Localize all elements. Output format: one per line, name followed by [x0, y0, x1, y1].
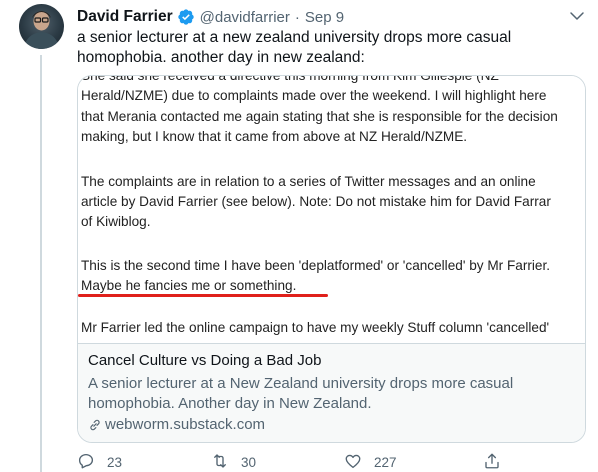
- share-icon: [483, 452, 513, 472]
- retweet-button[interactable]: 30: [211, 452, 256, 472]
- card-domain: webworm.substack.com: [88, 416, 265, 433]
- card-domain-text: webworm.substack.com: [105, 416, 266, 433]
- like-button[interactable]: 227: [344, 452, 397, 472]
- link-card[interactable]: She said she received a directive this m…: [77, 75, 586, 443]
- share-button[interactable]: [483, 452, 513, 472]
- retweet-count: 30: [241, 455, 257, 470]
- card-image-line: Herald/NZME) due to complaints made over…: [81, 88, 547, 103]
- timestamp[interactable]: Sep 9: [305, 9, 344, 26]
- tweet-text: a senior lecturer at a new zealand unive…: [77, 29, 512, 66]
- card-title: Cancel Culture vs Doing a Bad Job: [88, 352, 322, 369]
- card-image-line: that Merania contacted me again stating …: [81, 109, 558, 124]
- card-image-line: The complaints are in relation to a seri…: [81, 174, 536, 189]
- card-image-line: making, but I know that it came from abo…: [81, 129, 468, 144]
- card-image-line: This is the second time I have been 'dep…: [81, 258, 551, 273]
- reply-count: 23: [107, 455, 123, 470]
- red-underline: [78, 294, 328, 297]
- tweet-header: David Farrier @davidfarrier · Sep 9: [77, 6, 344, 28]
- card-image-line: of Kiwiblog.: [81, 214, 151, 229]
- like-count: 227: [374, 455, 397, 470]
- card-image-line: Mr Farrier led the online campaign to ha…: [81, 320, 550, 335]
- card-image-line: She said she received a directive this m…: [81, 76, 581, 87]
- verified-badge-icon: [177, 8, 195, 26]
- handle[interactable]: @davidfarrier: [200, 9, 290, 26]
- reply-button[interactable]: 23: [77, 452, 122, 472]
- reply-icon: [77, 452, 107, 472]
- separator-dot: ·: [294, 8, 300, 26]
- chevron-down-icon[interactable]: [568, 7, 586, 25]
- heart-icon: [344, 452, 374, 472]
- link-icon: [88, 418, 102, 432]
- avatar[interactable]: [19, 4, 64, 49]
- action-bar: 23 30 227: [77, 452, 507, 472]
- tweet[interactable]: David Farrier @davidfarrier · Sep 9 a se…: [0, 0, 598, 472]
- display-name[interactable]: David Farrier: [77, 8, 173, 26]
- card-image: She said she received a directive this m…: [78, 76, 585, 343]
- card-description: A senior lecturer at a New Zealand unive…: [88, 375, 514, 412]
- card-image-line: article by David Farrier (see below). No…: [81, 194, 551, 209]
- card-meta: Cancel Culture vs Doing a Bad Job A seni…: [78, 344, 585, 442]
- thread-line: [40, 55, 42, 472]
- retweet-icon: [211, 452, 241, 472]
